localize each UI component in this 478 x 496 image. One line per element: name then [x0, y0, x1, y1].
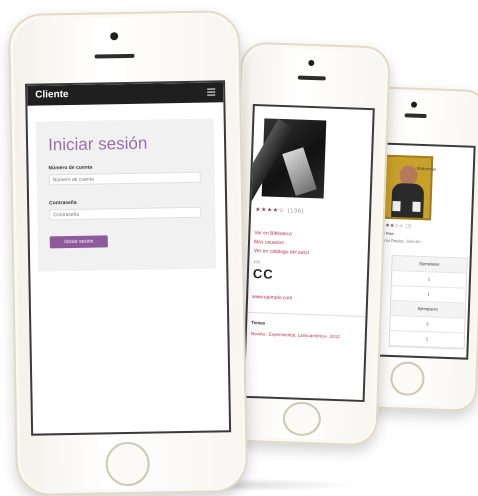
back-phone-screen: Bibliotecas ★★★☆☆ (3) Le Fixe Tomo Reglas…	[372, 142, 476, 360]
home-button[interactable]	[389, 361, 426, 397]
permalink[interactable]: www.ejemplo.com	[252, 294, 292, 301]
login-card: Iniciar sesión Número de cuenta Contrase…	[35, 118, 217, 272]
license-badge: CC	[252, 266, 274, 282]
camera-icon	[308, 59, 315, 67]
username-input[interactable]	[48, 171, 201, 186]
password-label: Contraseña	[49, 199, 77, 207]
section-label: Temas	[251, 320, 266, 326]
speaker-icon	[94, 53, 135, 59]
rating: ★★★☆☆ (3)	[381, 223, 412, 230]
link-more-users[interactable]: Mas usuarios	[254, 239, 284, 246]
camera-icon	[110, 32, 119, 41]
cover-blade	[282, 147, 317, 196]
link-library[interactable]: Ver en Biblioteca	[254, 230, 292, 237]
middle-phone-screen: ★★★★☆ (136) Ver en Biblioteca Mas usuario…	[242, 103, 375, 403]
middle-phone: ★★★★☆ (136) Ver en Biblioteca Mas usuario…	[227, 41, 391, 447]
front-phone-screen: Cliente Iniciar sesión Número de cuenta …	[25, 80, 232, 436]
password-input[interactable]	[49, 206, 202, 221]
book-cover-image[interactable]	[383, 154, 434, 221]
portrait-paper-right	[412, 201, 421, 212]
small-caption: 100	[253, 259, 261, 265]
username-label: Número de cuenta	[48, 164, 93, 172]
sub-line: Tomo Reglas, Julio etc.	[380, 237, 422, 245]
app-bar: Cliente	[27, 82, 224, 106]
rating-stars-icon: ★★★★☆	[255, 207, 285, 215]
copies-table: Ejemplares 1 1 Ejemplares 2 1	[388, 254, 468, 350]
login-button[interactable]: Iniciar sesión	[49, 235, 108, 249]
tab-libraries[interactable]: Bibliotecas	[417, 166, 437, 172]
home-button[interactable]	[105, 441, 151, 487]
link-author-catalog[interactable]: Ver en catálogo del autor	[254, 248, 310, 256]
camera-icon	[410, 101, 418, 108]
table-row[interactable]: 1	[389, 330, 465, 349]
app-title[interactable]: Cliente	[35, 89, 69, 101]
rating-count: (136)	[287, 208, 305, 215]
front-phone: Cliente Iniciar sesión Número de cuenta …	[7, 10, 249, 496]
home-button[interactable]	[282, 401, 322, 437]
section-links[interactable]: Novela - Experimental, Latinoamérica - 2…	[251, 330, 361, 341]
menu-icon[interactable]	[207, 88, 216, 96]
rating: ★★★★☆ (136)	[255, 206, 304, 215]
stage: Bibliotecas ★★★☆☆ (3) Le Fixe Tomo Reglas…	[0, 0, 478, 496]
rating-count: (3)	[405, 223, 412, 230]
record-cover-image[interactable]	[242, 118, 327, 206]
divider	[247, 311, 366, 318]
login-title: Iniciar sesión	[47, 133, 148, 155]
speaker-icon	[297, 75, 326, 81]
portrait-paper-left	[392, 200, 401, 212]
speaker-icon	[404, 113, 427, 119]
